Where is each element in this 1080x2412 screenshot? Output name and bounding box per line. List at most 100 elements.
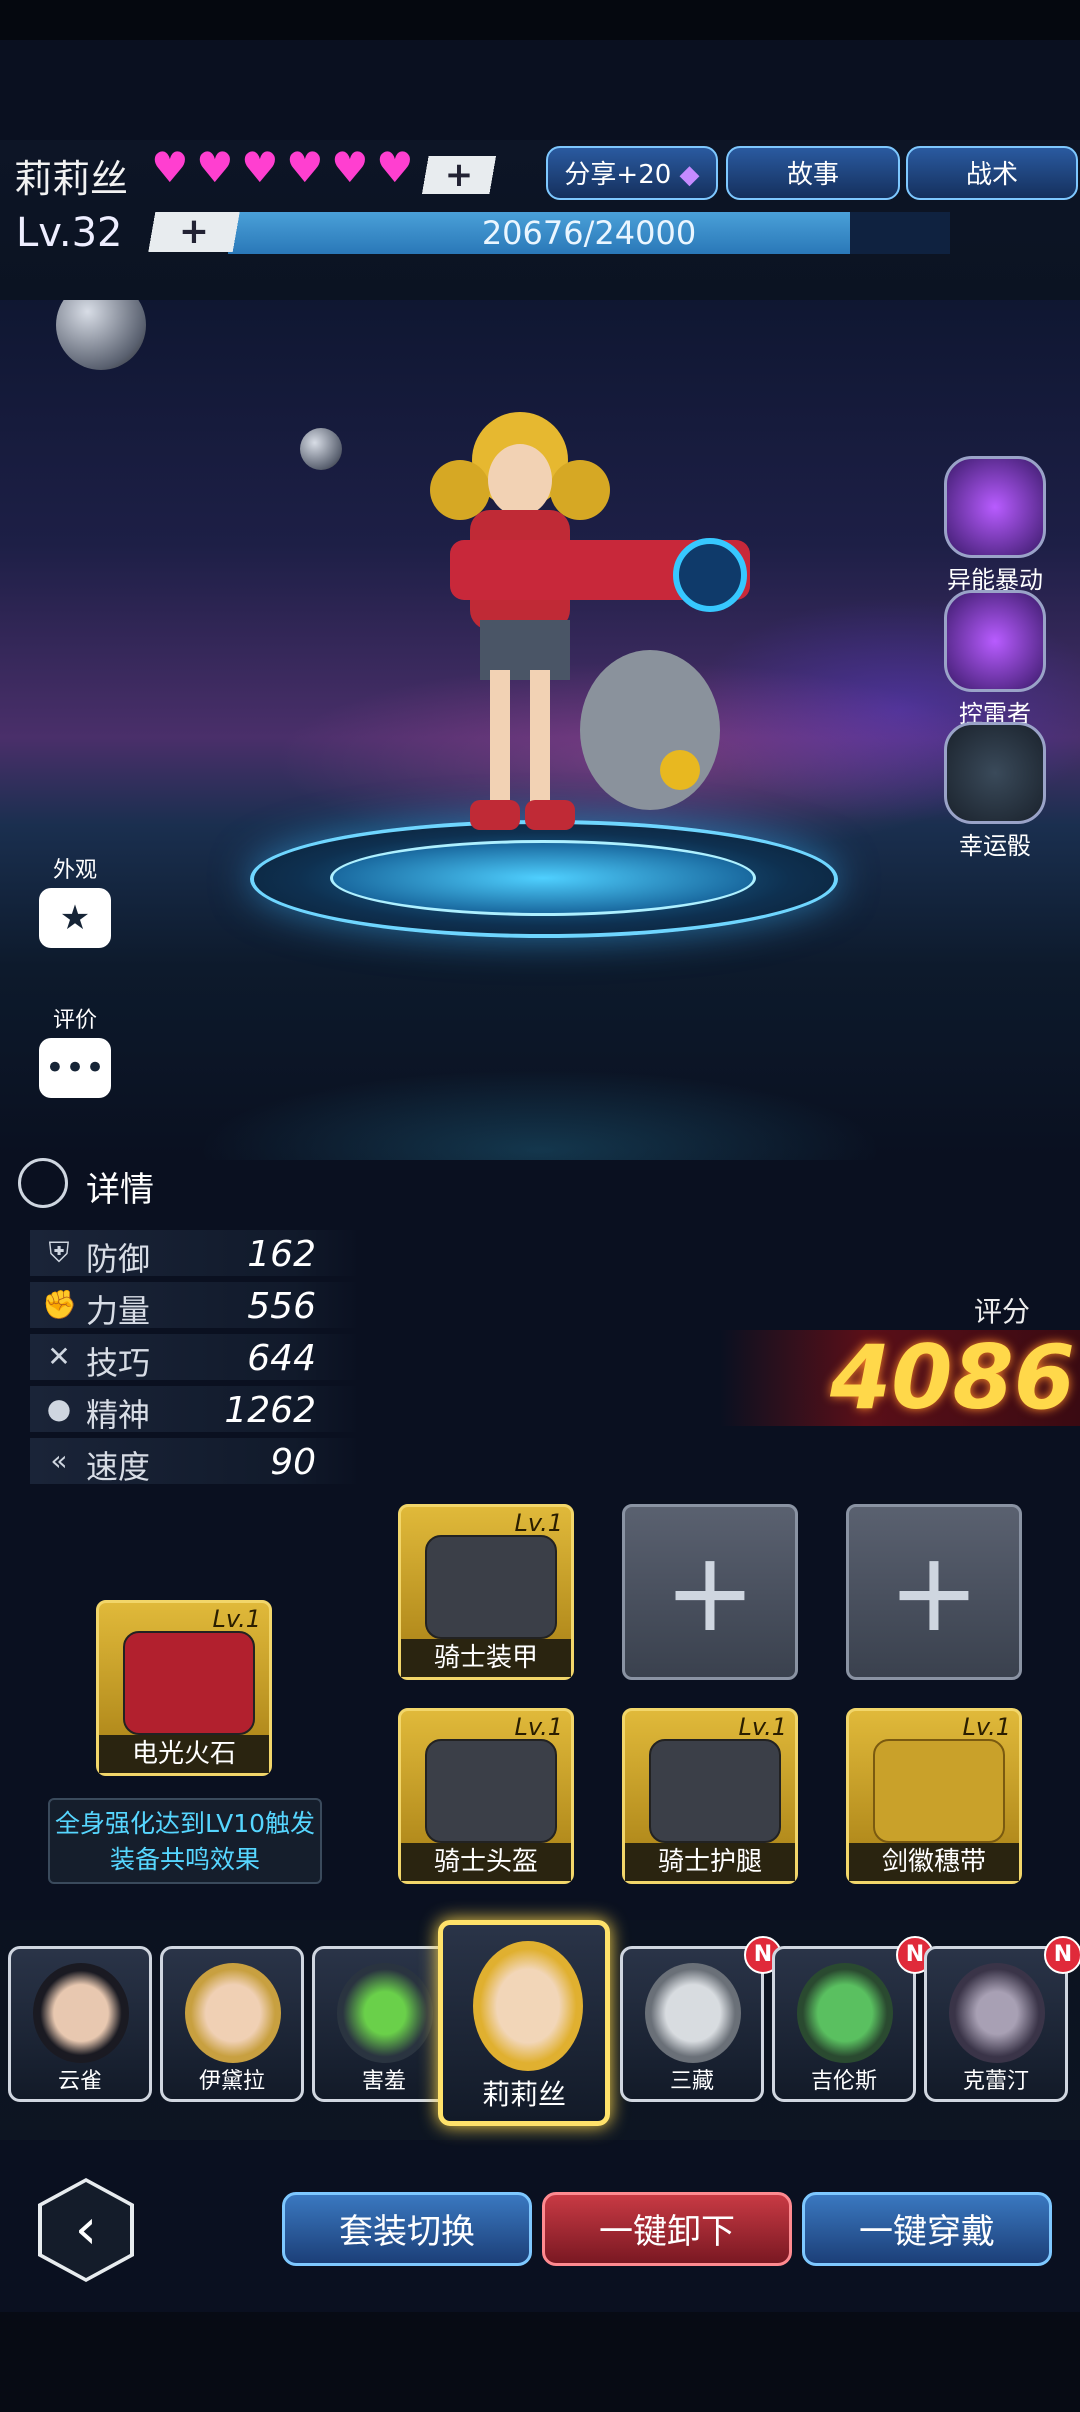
equip-all-button[interactable]: 一键穿戴 [802,2192,1052,2266]
thunder-controller-icon [944,590,1046,692]
stat-name: 精神 [86,1396,151,1434]
equip-slot-weapon[interactable]: Lv.1 电光火石 [96,1600,272,1776]
hero-name: 三藏 [669,2069,714,2094]
story-button[interactable]: 故事 [726,146,900,200]
leg-armor-icon [649,1739,781,1843]
equip-level: Lv.1 [738,1713,787,1741]
hero-name: 莉莉丝 [481,2078,566,2111]
hero-name: 克蕾汀 [962,2069,1029,2094]
resonance-text-1: 全身强化达到LV10触发 [54,1809,316,1838]
sword-tassel-icon [873,1739,1005,1843]
score-value: 4086 [830,1326,1075,1429]
search-icon[interactable] [18,1158,68,1208]
equip-slot-legs[interactable]: Lv.1 骑士护腿 [622,1708,798,1884]
brain-icon: ● [46,1392,72,1425]
psionic-burst-icon [944,456,1046,558]
hero-name: 云雀 [57,2069,102,2094]
stat-name: 技巧 [86,1344,151,1382]
hero-name: 害羞 [361,2069,406,2094]
heart-icon: ♥ [331,143,369,192]
resonance-text-2: 装备共鸣效果 [109,1845,260,1874]
hero-card[interactable]: 吉伦斯 [772,1946,916,2102]
hero-name: 伊黛拉 [198,2069,265,2094]
equip-level: Lv.1 [962,1713,1011,1741]
skill-psionic-burst[interactable]: 异能暴动 [940,456,1050,595]
skill-label: 幸运骰 [959,832,1031,860]
hero-portrait [473,1941,583,2071]
hero-portrait [33,1963,129,2063]
add-equipment-icon: + [663,1528,757,1656]
exp-text: 20676/24000 [481,214,697,252]
heart-icon: ♥ [286,143,324,192]
skill-thunder-controller[interactable]: 控雷者 [940,590,1050,729]
stat-name: 速度 [86,1448,151,1486]
score-label: 评分 [974,1295,1031,1328]
stat-name: 力量 [86,1292,151,1330]
add-equipment-icon: + [887,1528,981,1656]
speed-icon: « [50,1444,68,1477]
stat-speed: « 速度 90 [30,1438,360,1486]
equip-level: Lv.1 [514,1713,563,1741]
appearance-label: 外观 [52,858,97,883]
heart-icon: ♥ [241,143,279,192]
fist-icon: ✊ [42,1288,77,1321]
back-button[interactable]: ‹ [38,2178,134,2282]
stat-defense: ⛨ 防御 162 [30,1230,360,1278]
stat-spirit: ● 精神 1262 [30,1386,360,1434]
equip-slot-empty-2[interactable]: + [846,1504,1022,1680]
review-button[interactable]: 评价 ••• [30,1002,120,1098]
stat-value: 644 [247,1338,316,1379]
stat-strength: ✊ 力量 556 [30,1282,360,1330]
stat-value: 90 [270,1442,316,1483]
equip-slot-empty-1[interactable]: + [622,1504,798,1680]
unequip-all-button[interactable]: 一键卸下 [542,2192,792,2266]
appearance-button[interactable]: 外观 ★ [30,852,120,948]
hero-portrait [645,1963,741,2063]
gem-icon: ◆ [671,160,700,190]
hero-card[interactable]: 三藏 [620,1946,764,2102]
equip-level: Lv.1 [514,1509,563,1537]
stat-value: 556 [247,1286,316,1327]
helmet-icon [425,1739,557,1843]
lucky-dice-icon [944,722,1046,824]
shirt-icon: ★ [39,888,111,948]
heart-icon: ♥ [151,143,189,192]
hero-card[interactable]: 克蕾汀 [924,1946,1068,2102]
new-badge: N [1044,1936,1080,1974]
stat-value: 162 [247,1234,316,1275]
chat-bubble-icon: ••• [39,1038,111,1098]
stat-name: 防御 [86,1240,151,1278]
status-bar [0,0,1080,40]
share-button[interactable]: 分享+20 ◆ [546,146,718,200]
share-label: 分享+20 [564,160,672,190]
heart-icon: ♥ [376,143,414,192]
equip-name: 骑士护腿 [625,1843,795,1881]
tactics-button[interactable]: 战术 [906,146,1078,200]
hero-card[interactable]: 伊黛拉 [160,1946,304,2102]
character-figure [430,412,750,830]
details-title: 详情 [86,1170,154,1210]
hero-card[interactable]: 害羞 [312,1946,456,2102]
equip-name: 剑徽穗带 [849,1843,1019,1881]
equip-slot-armor[interactable]: Lv.1 骑士装甲 [398,1504,574,1680]
equip-name: 骑士头盔 [401,1843,571,1881]
equip-slot-badge[interactable]: Lv.1 剑徽穗带 [846,1708,1022,1884]
hero-name: 吉伦斯 [810,2069,877,2094]
hero-portrait [949,1963,1045,2063]
skill-lucky-dice[interactable]: 幸运骰 [940,722,1050,861]
moon [300,428,342,470]
blaster-gun-icon [123,1631,255,1735]
exp-bar: 20676/24000 [228,212,950,254]
hero-portrait [797,1963,893,2063]
character-name: 莉莉丝 [14,157,129,201]
tools-icon: ✕ [47,1340,71,1373]
switch-set-button[interactable]: 套装切换 [282,2192,532,2266]
hero-card[interactable]: 云雀 [8,1946,152,2102]
add-heart-button[interactable]: + [418,156,500,194]
chevron-left-icon: ‹ [42,2182,130,2278]
equip-slot-helmet[interactable]: Lv.1 骑士头盔 [398,1708,574,1884]
hero-card-selected[interactable]: 莉莉丝 [438,1920,610,2126]
hero-portrait [185,1963,281,2063]
review-label: 评价 [52,1008,97,1033]
add-exp-button[interactable]: + [142,212,246,252]
